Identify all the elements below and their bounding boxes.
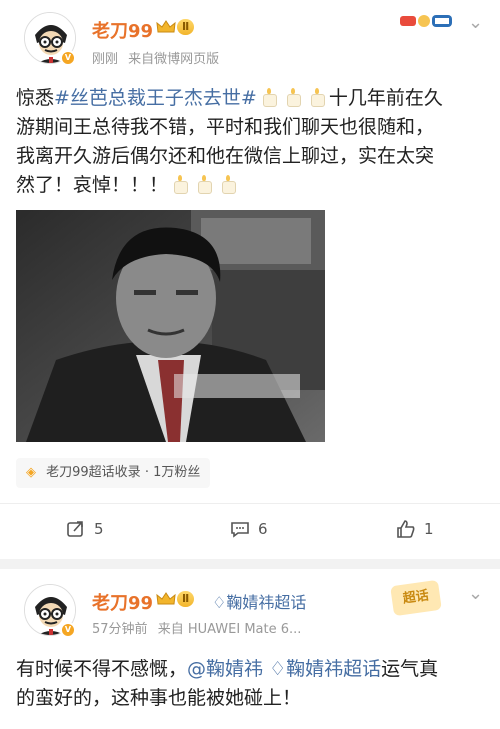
- candle-icon: [286, 88, 301, 107]
- thumbs-up-icon: [397, 520, 415, 538]
- post-text-lead: 惊悉: [16, 87, 55, 109]
- post-card-1: V 老刀99 Ⅱ 刚刚 来自微博网页版 ⌄ 惊悉#丝芭总裁王子杰去世# 十几年前在…: [0, 0, 500, 559]
- diamond-icon: ◈: [26, 465, 36, 480]
- user-level-badge: Ⅱ: [177, 19, 195, 35]
- author-name[interactable]: 老刀99: [92, 589, 153, 615]
- collection-label: 老刀99超话收录 · 1万粉丝: [46, 465, 201, 480]
- post-text-line: 游期间王总待我不错，平时和我们聊天也很随和，: [16, 116, 435, 138]
- post-text-lead: 有时候不得不感慨，: [16, 658, 188, 680]
- supertopic-label: 鞠婧祎超话: [226, 593, 307, 612]
- like-count: 1: [424, 520, 434, 538]
- post-photo[interactable]: [16, 210, 325, 442]
- repost-count: 5: [94, 520, 104, 538]
- post-meta: 刚刚 来自微博网页版: [92, 48, 219, 67]
- post-source: 来自 HUAWEI Mate 6...: [157, 622, 302, 637]
- candle-icon: [310, 88, 325, 107]
- hashtag-link[interactable]: #丝芭总裁王子杰去世#: [54, 87, 257, 109]
- post-body: 惊悉#丝芭总裁王子杰去世# 十几年前在久 游期间王总待我不错，平时和我们聊天也很随…: [16, 84, 486, 200]
- more-options-icon[interactable]: ⌄: [468, 12, 483, 33]
- diamond-icon: ♢: [212, 593, 227, 612]
- supertopic-collection-tag[interactable]: ◈ 老刀99超话收录 · 1万粉丝: [16, 458, 211, 488]
- post-body: 有时候不得不感慨，@鞠婧祎 ♢鞠婧祎超话运气真 的蛮好的，这种事也能被她碰上！: [16, 655, 486, 713]
- candle-icon: [262, 88, 277, 107]
- verified-badge-icon: V: [60, 622, 76, 638]
- supertopic-inline-link[interactable]: ♢鞠婧祎超话: [269, 658, 381, 680]
- like-button[interactable]: 1: [396, 515, 434, 543]
- post-time: 57分钟前: [92, 622, 148, 637]
- post-text-tail: 运气真: [381, 658, 439, 680]
- divider: [0, 503, 500, 504]
- post-text-line: 十几年前在久: [328, 87, 443, 109]
- post-meta: 57分钟前 来自 HUAWEI Mate 6...: [92, 618, 301, 637]
- post-text-line: 我离开久游后偶尔还和他在微信上聊过，实在太突: [16, 145, 435, 167]
- candle-icon: [173, 175, 189, 194]
- post-card-2: V 老刀99 Ⅱ ♢鞠婧祎超话 57分钟前 来自 HUAWEI Mate 6..…: [0, 569, 500, 729]
- author-name[interactable]: 老刀99: [92, 17, 153, 43]
- festive-sticker-icon: [398, 12, 456, 30]
- post-time: 刚刚: [92, 52, 119, 67]
- comment-icon: [231, 522, 249, 538]
- supertopic-inline-label: 鞠婧祎超话: [286, 658, 382, 680]
- post-text-line: 的蛮好的，这种事也能被她碰上！: [16, 687, 302, 709]
- comment-count: 6: [258, 520, 268, 538]
- crown-icon: [156, 592, 176, 605]
- repost-icon: [67, 521, 83, 537]
- repost-button[interactable]: 5: [66, 515, 104, 543]
- portrait-image: [16, 210, 325, 442]
- sticker-label: 超话: [401, 588, 430, 607]
- user-level-badge: Ⅱ: [177, 591, 195, 607]
- supertopic-sticker: 超话: [390, 579, 442, 617]
- more-options-icon[interactable]: ⌄: [468, 583, 483, 604]
- post-text-line: 然了！哀悼！！！: [16, 174, 169, 196]
- mention-link[interactable]: @鞠婧祎: [187, 658, 263, 680]
- comment-button[interactable]: 6: [230, 515, 268, 543]
- post-source: 来自微博网页版: [128, 52, 220, 67]
- verified-badge-icon: V: [60, 50, 76, 66]
- crown-icon: [156, 20, 176, 33]
- candle-icon: [221, 175, 237, 194]
- supertopic-tag[interactable]: ♢鞠婧祎超话: [212, 589, 306, 613]
- candle-icon: [197, 175, 213, 194]
